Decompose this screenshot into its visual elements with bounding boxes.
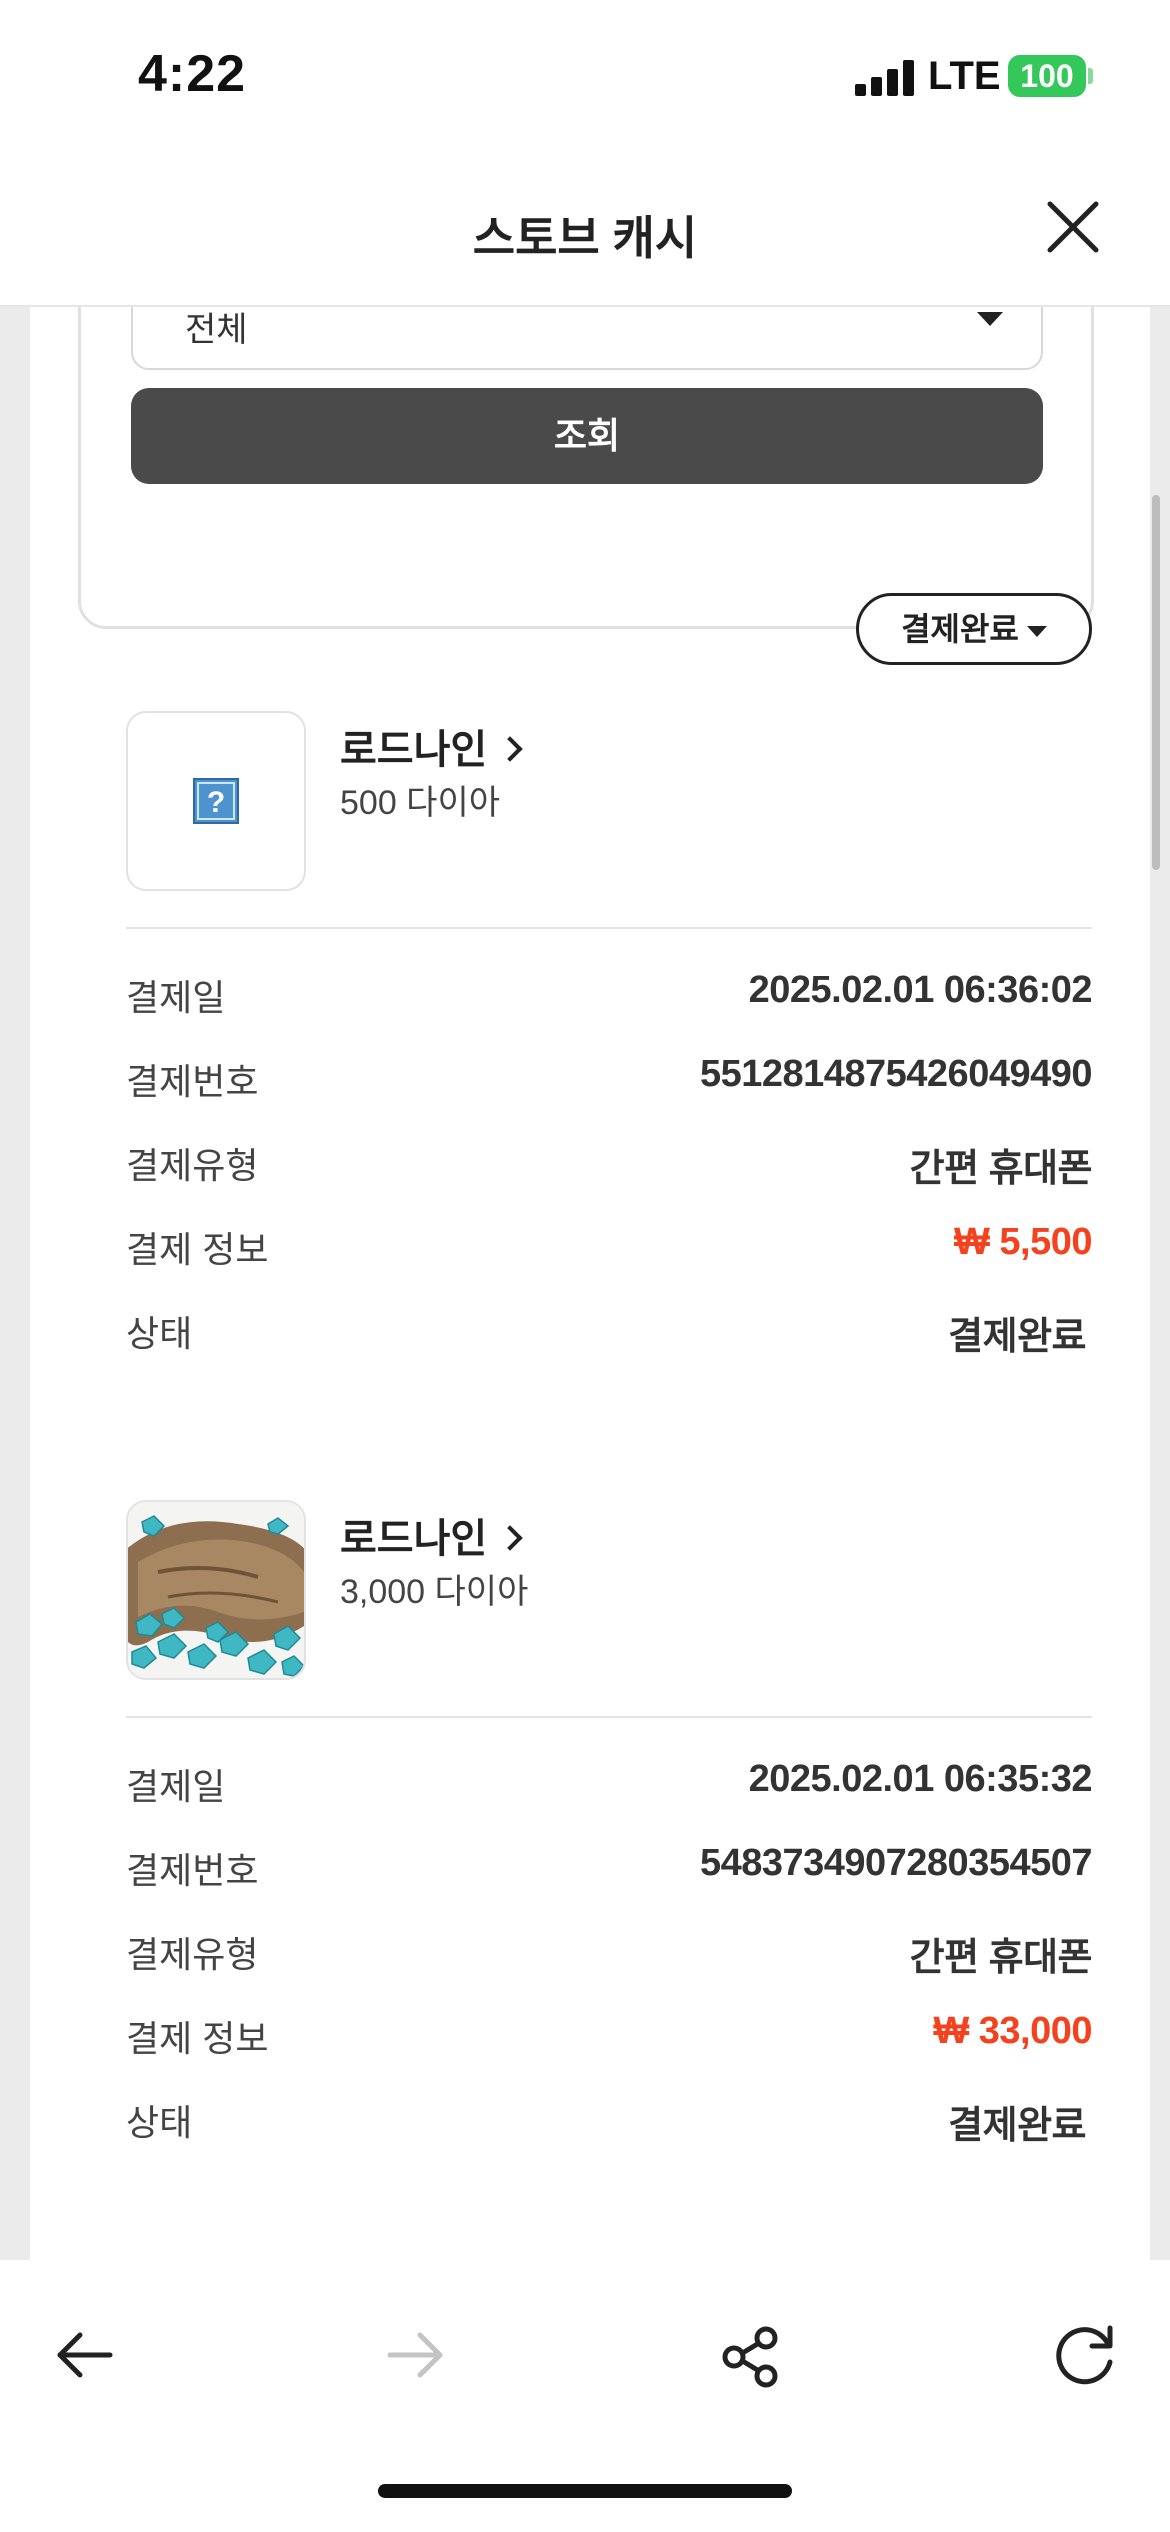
product-thumbnail[interactable]: [126, 1500, 306, 1680]
detail-row-date: 결제일 2025.02.01 06:36:02: [126, 961, 1093, 1021]
chevron-right-icon: [497, 736, 523, 763]
back-arrow-icon: [57, 2332, 113, 2378]
product-name: 로드나인: [340, 1517, 488, 1561]
row-label: 결제유형: [126, 1934, 259, 1975]
row-label: 결제번호: [126, 1061, 259, 1102]
divider: [126, 927, 1092, 929]
status-value: 결제완료: [948, 2105, 1086, 2147]
detail-row-price: 결제 정보 ₩ 5,500: [126, 1213, 1093, 1273]
status-value: 결제완료: [948, 1316, 1086, 1358]
row-label: 결제 정보: [126, 2018, 269, 2059]
row-label: 결제일: [126, 977, 226, 1018]
status-filter-dropdown[interactable]: 결제완료: [856, 593, 1092, 665]
missing-image-icon: ?: [193, 778, 239, 824]
price-value: ₩ 33,000: [933, 2010, 1092, 2052]
product-quantity: 500 다이아: [340, 784, 501, 822]
network-type: LTE: [928, 54, 1001, 98]
row-value: 간편 휴대폰: [909, 1148, 1093, 1190]
home-indicator: [378, 2484, 792, 2498]
detail-row-date: 결제일 2025.02.01 06:35:32: [126, 1750, 1093, 1810]
status-time: 4:22: [138, 45, 247, 103]
row-label: 결제 정보: [126, 1229, 269, 1270]
svg-text:?: ?: [207, 786, 225, 819]
row-label: 결제번호: [126, 1850, 259, 1891]
page-title: 스토브 캐시: [472, 212, 698, 264]
product-thumbnail[interactable]: ?: [126, 711, 306, 891]
row-label: 결제유형: [126, 1145, 259, 1186]
detail-row-status: 상태 결제완료: [126, 1297, 1092, 1358]
scrollbar[interactable]: [1152, 495, 1160, 870]
chevron-right-icon: [497, 1525, 523, 1552]
row-label: 상태: [126, 2102, 193, 2143]
close-button[interactable]: [1040, 194, 1106, 260]
search-button[interactable]: 조회: [131, 388, 1043, 484]
reload-button[interactable]: [1040, 2310, 1130, 2400]
row-value: 5483734907280354507: [699, 1842, 1093, 1884]
row-label: 상태: [126, 1313, 193, 1354]
row-value: 2025.02.01 06:36:02: [748, 969, 1093, 1011]
header: 스토브 캐시: [0, 150, 1170, 307]
detail-row-price: 결제 정보 ₩ 33,000: [126, 2002, 1092, 2062]
content-panel: 전체 조회 결제완료 ? 로드나인 500 다이아 결제일 2025.02.01…: [30, 305, 1150, 2260]
caret-down-icon: [1026, 626, 1047, 638]
forward-arrow-icon: [387, 2332, 443, 2378]
battery-tip: [1088, 68, 1093, 84]
share-button[interactable]: [706, 2310, 796, 2400]
diamond-bag-image: [128, 1502, 304, 1678]
select-value: 전체: [185, 311, 248, 349]
product-name-link[interactable]: 로드나인: [340, 717, 523, 775]
divider: [126, 1716, 1092, 1718]
content-area[interactable]: 전체 조회 결제완료 ? 로드나인 500 다이아 결제일 2025.02.01…: [0, 305, 1170, 2260]
share-icon: [722, 2326, 778, 2388]
period-select[interactable]: 전체: [131, 305, 1043, 370]
row-value: 2025.02.01 06:35:32: [748, 1758, 1093, 1800]
product-quantity: 3,000 다이아: [340, 1573, 529, 1611]
product-name: 로드나인: [340, 728, 488, 772]
detail-row-type: 결제유형 간편 휴대폰: [126, 1129, 1093, 1190]
back-button[interactable]: [38, 2310, 128, 2400]
signal-icon: [855, 60, 917, 96]
row-label: 결제일: [126, 1766, 226, 1807]
status-bar: 4:22 LTE 100: [0, 0, 1170, 150]
reload-icon: [1056, 2325, 1113, 2385]
detail-row-status: 상태 결제완료: [126, 2086, 1092, 2147]
detail-row-number: 결제번호 5512814875426049490: [126, 1045, 1093, 1105]
row-value: 5512814875426049490: [699, 1053, 1093, 1095]
battery-icon: 100: [1008, 55, 1086, 97]
close-icon: [1047, 201, 1099, 253]
product-name-link[interactable]: 로드나인: [340, 1506, 523, 1564]
detail-row-number: 결제번호 5483734907280354507: [126, 1834, 1093, 1894]
filter-box: 전체 조회: [78, 305, 1094, 629]
forward-button[interactable]: [372, 2310, 462, 2400]
status-filter-label: 결제완료: [901, 611, 1019, 647]
caret-down-icon: [977, 312, 1003, 326]
detail-row-type: 결제유형 간편 휴대폰: [126, 1918, 1093, 1979]
price-value: ₩ 5,500: [953, 1221, 1093, 1263]
row-value: 간편 휴대폰: [909, 1937, 1093, 1979]
